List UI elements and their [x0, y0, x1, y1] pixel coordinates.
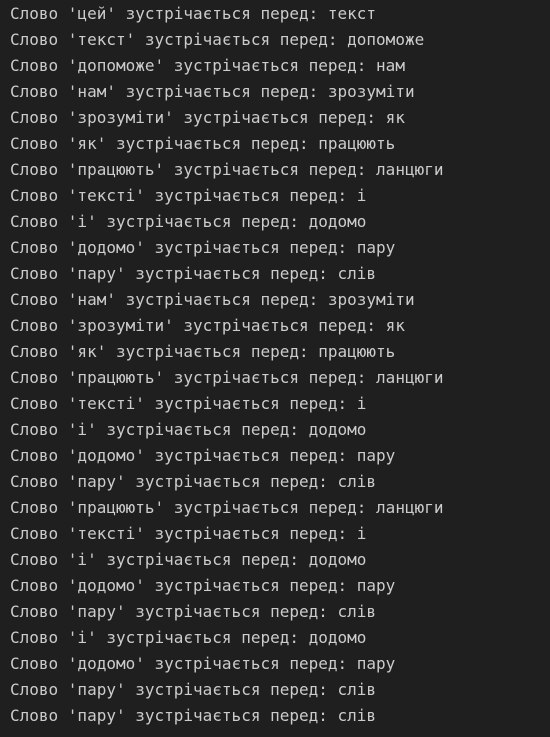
output-line: Слово 'тексті' зустрічається перед: і — [10, 394, 367, 413]
output-line: Слово 'як' зустрічається перед: працюють — [10, 342, 396, 361]
terminal-output-panel: Слово 'цей' зустрічається перед: текст С… — [0, 0, 550, 737]
output-line: Слово 'пару' зустрічається перед: слів — [10, 680, 377, 699]
output-line: Слово 'тексті' зустрічається перед: і — [10, 186, 367, 205]
output-line: Слово 'працюють' зустрічається перед: ла… — [10, 498, 444, 517]
output-line: Слово 'працюють' зустрічається перед: ла… — [10, 368, 444, 387]
output-line: Слово 'допоможе' зустрічається перед: на… — [10, 56, 405, 75]
output-line: Слово 'додомо' зустрічається перед: пару — [10, 446, 396, 465]
output-line: Слово 'пару' зустрічається перед: слів — [10, 602, 377, 621]
output-line: Слово 'тексті' зустрічається перед: і — [10, 524, 367, 543]
output-line: Слово 'і' зустрічається перед: додомо — [10, 550, 367, 569]
output-line: Слово 'додомо' зустрічається перед: пару — [10, 238, 396, 257]
output-line: Слово 'додомо' зустрічається перед: пару — [10, 576, 396, 595]
output-line: Слово 'як' зустрічається перед: працюють — [10, 134, 396, 153]
output-line: Слово 'і' зустрічається перед: додомо — [10, 420, 367, 439]
output-line: Слово 'і' зустрічається перед: додомо — [10, 212, 367, 231]
output-line: Слово 'нам' зустрічається перед: зрозумі… — [10, 82, 415, 101]
output-line: Слово 'цей' зустрічається перед: текст — [10, 4, 377, 23]
output-line: Слово 'пару' зустрічається перед: слів — [10, 472, 377, 491]
output-line: Слово 'працюють' зустрічається перед: ла… — [10, 160, 444, 179]
output-line: Слово 'зрозуміти' зустрічається перед: я… — [10, 108, 405, 127]
output-line: Слово 'і' зустрічається перед: додомо — [10, 628, 367, 647]
output-line: Слово 'пару' зустрічається перед: слів — [10, 264, 377, 283]
output-line: Слово 'пару' зустрічається перед: слів — [10, 706, 377, 725]
output-line: Слово 'додомо' зустрічається перед: пару — [10, 654, 396, 673]
output-line: Слово 'нам' зустрічається перед: зрозумі… — [10, 290, 415, 309]
output-line: Слово 'зрозуміти' зустрічається перед: я… — [10, 316, 405, 335]
output-line: Слово 'текст' зустрічається перед: допом… — [10, 30, 425, 49]
